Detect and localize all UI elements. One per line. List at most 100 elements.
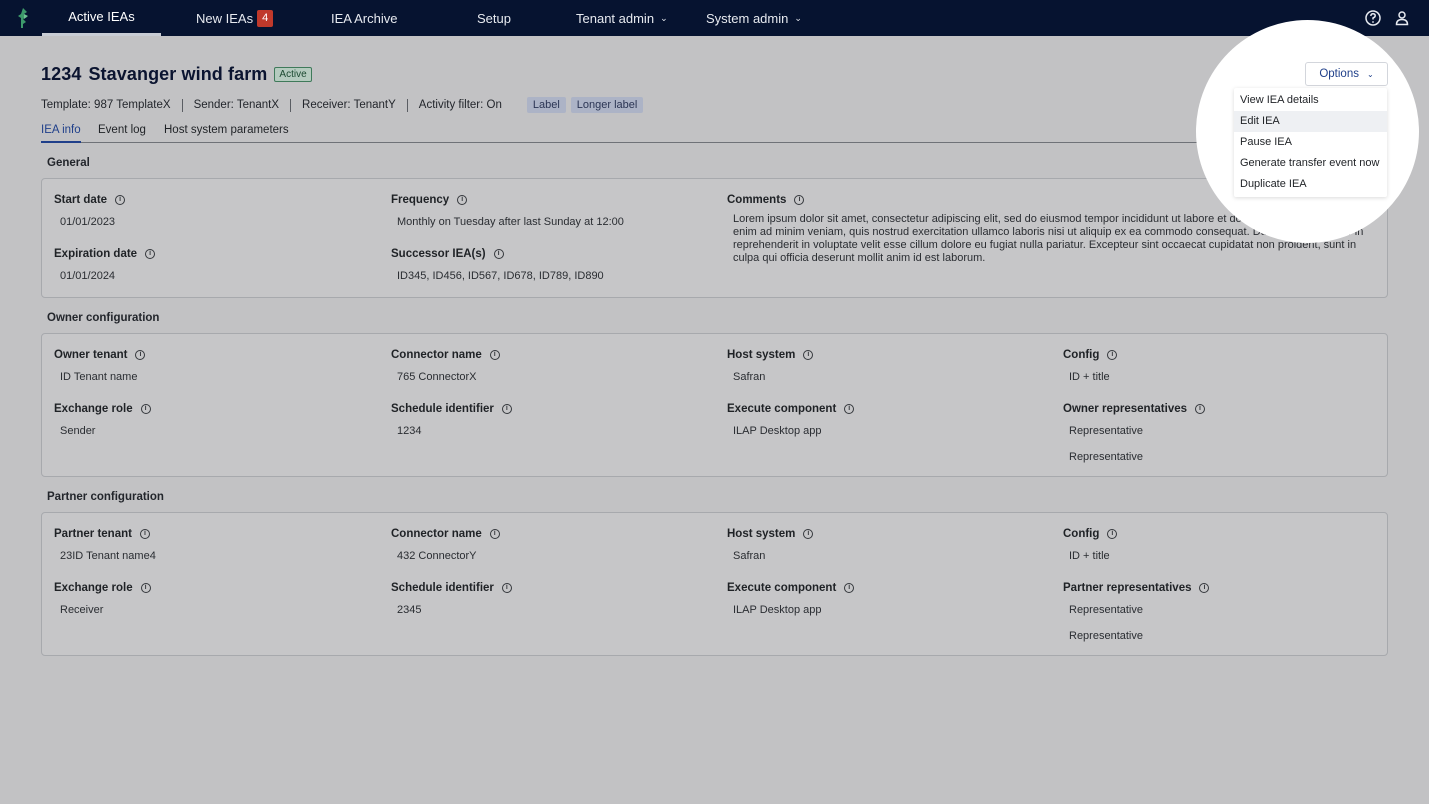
app-logo-icon[interactable] [14,6,34,30]
partner-config-field: Config i ID + title [1063,528,1118,562]
info-icon[interactable]: i [501,583,512,593]
partner-schedule-field: Schedule identifier i 2345 [391,582,512,616]
field-label: Partner representatives i [1063,582,1210,594]
partner-config-card: Partner tenant i 23ID Tenant name4 Exchan… [41,512,1388,656]
field-value: 01/01/2024 [60,270,116,282]
label-text: Exchange role [54,582,133,594]
label-text: Expiration date [54,248,138,260]
field-value: ID Tenant name [60,371,138,383]
field-value: 1234 [397,425,422,437]
general-card: Start date i 01/01/2023 Expiration date i … [41,178,1388,298]
field-label: Partner tenant i [54,528,156,540]
tab-host-system-parameters[interactable]: Host system parameters [164,124,289,136]
options-button[interactable]: Options ⌄ [1305,62,1388,86]
label-text: Frequency [391,194,450,206]
tab-iea-info[interactable]: IEA info [41,124,81,143]
info-icon[interactable]: i [135,350,146,360]
menu-item-edit-iea[interactable]: Edit IEA [1234,111,1387,132]
field-value: 432 ConnectorY [397,550,477,562]
label-text: Schedule identifier [391,582,494,594]
nav-system-admin[interactable]: System admin ⌄ [706,0,802,36]
iea-id: 1234 [41,64,82,84]
label-text: Host system [727,528,796,540]
nav-label: IEA Archive [331,10,398,26]
partner-exchange-role-field: Exchange role i Receiver [54,582,151,616]
info-icon[interactable]: i [1107,350,1118,360]
info-icon[interactable]: i [1107,529,1118,539]
owner-execute-field: Execute component i ILAP Desktop app [727,403,855,437]
owner-exchange-role-field: Exchange role i Sender [54,403,151,437]
field-value: 2345 [397,604,422,616]
info-icon[interactable]: i [844,583,855,593]
nav-label: Setup [477,10,511,26]
field-value: 23ID Tenant name4 [60,550,156,562]
frequency-field: Frequency i Monthly on Tuesday after last… [391,194,624,228]
field-label: Owner tenant i [54,349,146,361]
user-account-icon[interactable] [1393,9,1411,27]
label-text: Schedule identifier [391,403,494,415]
tab-event-log[interactable]: Event log [98,124,146,136]
info-icon[interactable]: i [844,404,855,414]
field-value: Receiver [60,604,104,616]
owner-tenant-field: Owner tenant i ID Tenant name [54,349,146,383]
chevron-down-icon: ⌄ [660,12,668,23]
successor-field: Successor IEA(s) i ID345, ID456, ID567, I… [391,248,604,282]
label-text: Exchange role [54,403,133,415]
partner-execute-field: Execute component i ILAP Desktop app [727,582,855,616]
info-icon[interactable]: i [489,350,500,360]
label-text: Successor IEA(s) [391,248,486,260]
field-label: Expiration date i [54,248,156,260]
info-icon[interactable]: i [501,404,512,414]
menu-item-pause-iea[interactable]: Pause IEA [1234,132,1387,153]
status-badge: Active [274,67,312,82]
nav-label: Tenant admin [576,10,655,26]
meta-activity-filter: Activity filter: On [418,98,502,111]
menu-item-duplicate-iea[interactable]: Duplicate IEA [1234,174,1387,195]
field-value: Monthly on Tuesday after last Sunday at … [397,216,624,228]
field-label: Frequency i [391,194,624,206]
info-icon[interactable]: i [457,195,468,205]
top-navigation: Active IEAs New IEAs 4 IEA Archive Setup… [0,0,1429,36]
info-icon[interactable]: i [1199,583,1210,593]
info-icon[interactable]: i [489,529,500,539]
meta-receiver: Receiver: TenantY [291,98,408,112]
info-icon[interactable]: i [803,529,814,539]
label-text: Host system [727,349,796,361]
info-icon[interactable]: i [803,350,814,360]
info-icon[interactable]: i [140,583,151,593]
nav-new-ieas[interactable]: New IEAs 4 [196,0,274,36]
owner-config-card: Owner tenant i ID Tenant name Exchange ro… [41,333,1388,477]
section-title-general: General [47,157,90,169]
menu-item-view-iea-details[interactable]: View IEA details [1234,90,1387,111]
info-icon[interactable]: i [140,404,151,414]
field-value: Safran [733,371,766,383]
field-value: ILAP Desktop app [733,604,822,616]
nav-iea-archive[interactable]: IEA Archive [331,0,397,36]
field-label: Successor IEA(s) i [391,248,604,260]
info-icon[interactable]: i [794,195,805,205]
label-text: Owner tenant [54,349,128,361]
nav-setup[interactable]: Setup [477,0,511,36]
field-value: Representative [1069,451,1143,463]
nav-label: Active IEAs [68,9,135,24]
nav-label: System admin [706,10,789,26]
field-value: Representative [1069,630,1143,642]
label-text: Connector name [391,349,482,361]
nav-tenant-admin[interactable]: Tenant admin ⌄ [576,0,668,36]
owner-host-field: Host system i Safran [727,349,814,383]
partner-tenant-field: Partner tenant i 23ID Tenant name4 [54,528,156,562]
field-label: Host system i [727,349,814,361]
info-icon[interactable]: i [493,249,504,259]
info-icon[interactable]: i [145,249,156,259]
label-text: Comments [727,194,787,206]
info-icon[interactable]: i [139,529,150,539]
field-value: Sender [60,425,96,437]
field-value: 765 ConnectorX [397,371,477,383]
nav-active-ieas[interactable]: Active IEAs [42,0,161,36]
menu-item-generate-transfer-event[interactable]: Generate transfer event now [1234,153,1387,174]
info-icon[interactable]: i [115,195,126,205]
field-value: ID + title [1069,371,1110,383]
info-icon[interactable]: i [1195,404,1206,414]
help-icon[interactable] [1364,9,1382,27]
field-value: 01/01/2023 [60,216,116,228]
